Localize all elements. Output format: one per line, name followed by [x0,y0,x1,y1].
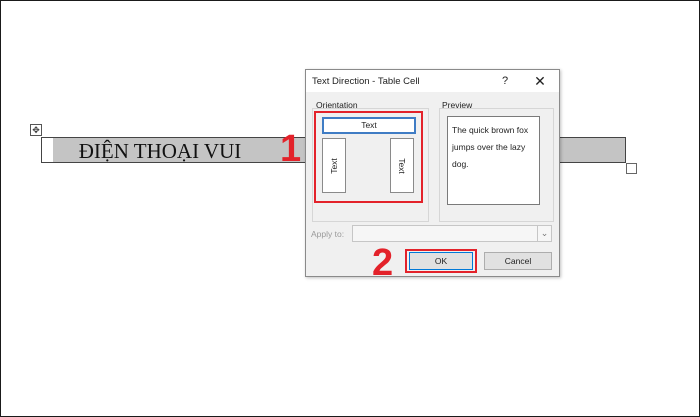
orientation-option-label: Text [329,157,339,174]
table-row-shaded-right[interactable] [559,137,626,163]
dialog-titlebar: Text Direction - Table Cell ? ✕ [306,70,559,92]
dialog-title: Text Direction - Table Cell [312,76,420,87]
table-move-handle-icon[interactable]: ✥ [30,124,42,136]
table-resize-handle-icon[interactable] [626,163,637,174]
table-cell-text: ĐIỆN THOẠI VUI [78,139,242,163]
apply-to-label: Apply to: [311,229,345,239]
orientation-option-horizontal[interactable]: Text [322,117,416,134]
apply-to-select[interactable]: ⌄ [352,225,552,242]
orientation-option-label: Text [397,157,407,174]
chevron-down-icon[interactable]: ⌄ [537,226,551,241]
step-2-label: 2 [372,242,394,284]
step-1-label: 1 [280,128,302,170]
cancel-button[interactable]: Cancel [484,252,552,270]
preview-text: The quick brown fox jumps over the lazy … [447,116,540,205]
orientation-option-vertical-down[interactable]: Text [390,138,414,193]
help-button[interactable]: ? [496,73,514,89]
ok-highlight [405,249,477,273]
close-button[interactable]: ✕ [531,73,549,89]
orientation-option-vertical-up[interactable]: Text [322,138,346,193]
